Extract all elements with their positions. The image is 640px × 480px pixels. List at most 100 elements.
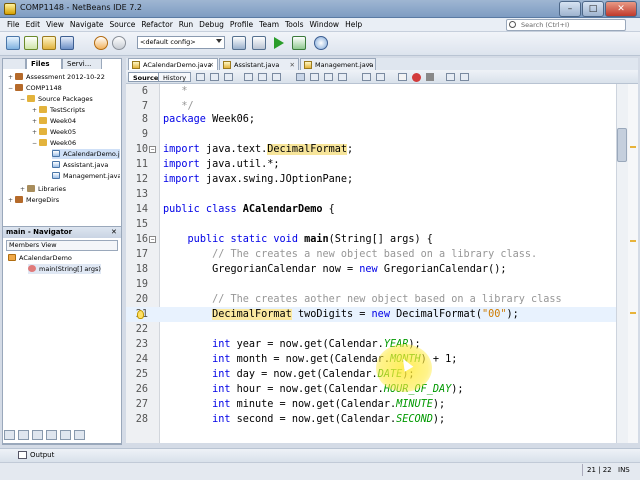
tree-item-mergedirs[interactable]: + MergeDirs xyxy=(8,195,59,205)
toggle-rect-select-icon[interactable] xyxy=(296,73,305,81)
redo-icon[interactable] xyxy=(112,36,126,50)
filter-nonpublic-icon[interactable] xyxy=(32,430,43,440)
tree-item-testscripts[interactable]: + TestScripts xyxy=(32,105,85,115)
navigator-item-class[interactable]: ACalendarDemo xyxy=(8,253,72,263)
tree-twisty[interactable]: − xyxy=(20,95,27,105)
tree-item-week06[interactable]: − Week06 xyxy=(32,138,76,148)
search-input[interactable]: Search (Ctrl+I) xyxy=(506,19,626,31)
scrollbar-thumb[interactable] xyxy=(617,128,627,162)
minimize-button[interactable]: – xyxy=(559,1,581,17)
error-stripe-mark[interactable] xyxy=(630,146,636,148)
filter-fields-icon[interactable] xyxy=(4,430,15,440)
uncomment-icon[interactable] xyxy=(460,73,469,81)
new-file-icon[interactable] xyxy=(24,36,38,50)
history-view-button[interactable]: History xyxy=(158,72,192,82)
tree-twisty[interactable]: − xyxy=(8,84,15,94)
menu-file[interactable]: File xyxy=(4,18,23,32)
next-bookmark-icon[interactable] xyxy=(324,73,333,81)
menu-team[interactable]: Team xyxy=(256,18,282,32)
sort-source-icon[interactable] xyxy=(74,430,85,440)
output-tab[interactable]: Output xyxy=(30,450,54,460)
tree-twisty[interactable]: + xyxy=(20,185,27,195)
undo-icon[interactable] xyxy=(94,36,108,50)
sort-name-icon[interactable] xyxy=(60,430,71,440)
project-icon xyxy=(15,84,23,91)
menu-source[interactable]: Source xyxy=(107,18,139,32)
tab-management[interactable]: Management.java ✕ xyxy=(300,58,376,70)
record-macro-icon[interactable] xyxy=(412,73,421,82)
find-previous-icon[interactable] xyxy=(244,73,253,81)
tab-acalendardemo[interactable]: ACalendarDemo.java ✕ xyxy=(128,58,218,70)
error-stripe-mark[interactable] xyxy=(630,240,636,242)
maximize-button[interactable]: □ xyxy=(582,1,604,17)
tree-twisty[interactable]: + xyxy=(8,196,15,206)
fold-collapse-icon[interactable]: − xyxy=(149,236,156,243)
navigator-view-select[interactable]: Members View xyxy=(6,240,118,251)
tab-files[interactable]: Files xyxy=(26,58,62,69)
debug-icon[interactable] xyxy=(292,36,306,50)
tree-item-source-packages[interactable]: − Source Packages xyxy=(20,94,93,104)
tree-twisty[interactable]: + xyxy=(32,117,39,127)
close-icon[interactable]: ✕ xyxy=(111,227,117,238)
code-line: 11 import java.util.*; xyxy=(126,157,616,172)
build-icon[interactable] xyxy=(232,36,246,50)
menu-list: File Edit View Navigate Source Refactor Run Deb… xyxy=(4,18,365,32)
tree-item-management[interactable]: Management.java xyxy=(52,171,120,181)
filter-static-icon[interactable] xyxy=(18,430,29,440)
run-icon[interactable] xyxy=(274,37,284,49)
find-next-icon[interactable] xyxy=(258,73,267,81)
toggle-bookmark-icon[interactable] xyxy=(338,73,347,81)
menu-navigate[interactable]: Navigate xyxy=(67,18,107,32)
menu-tools[interactable]: Tools xyxy=(282,18,306,32)
menu-profile[interactable]: Profile xyxy=(227,18,256,32)
toggle-highlight-icon[interactable] xyxy=(272,73,281,81)
close-window-button[interactable]: ✕ xyxy=(605,1,637,17)
tree-item-libraries[interactable]: + Libraries xyxy=(20,184,66,194)
shift-right-icon[interactable] xyxy=(376,73,385,81)
start-macro-icon[interactable] xyxy=(398,73,407,81)
java-file-icon xyxy=(132,61,140,69)
tree-item-week05[interactable]: + Week05 xyxy=(32,127,76,137)
caret-position: 21 | 22 xyxy=(587,466,612,474)
menu-view[interactable]: View xyxy=(43,18,67,32)
tree-item-week04[interactable]: + Week04 xyxy=(32,116,76,126)
filter-inherited-icon[interactable] xyxy=(46,430,57,440)
tree-twisty[interactable]: + xyxy=(32,106,39,116)
tree-item-acalendardemo[interactable]: ACalendarDemo.java xyxy=(52,149,120,159)
open-project-icon[interactable] xyxy=(42,36,56,50)
config-select[interactable]: <default config> xyxy=(137,36,225,49)
previous-bookmark-icon[interactable] xyxy=(310,73,319,81)
hint-bulb-icon[interactable] xyxy=(137,310,144,319)
navigator-item-main[interactable]: main(String[] args) xyxy=(28,264,101,274)
tab-assistant[interactable]: Assistant.java ✕ xyxy=(219,58,299,70)
line-number: 24 xyxy=(135,354,148,365)
tree-twisty[interactable]: + xyxy=(8,73,15,83)
last-edit-icon[interactable] xyxy=(196,73,205,81)
menu-window[interactable]: Window xyxy=(306,18,342,32)
tab-services[interactable]: Servi... xyxy=(62,58,102,69)
fold-collapse-icon[interactable]: − xyxy=(149,146,156,153)
shift-left-icon[interactable] xyxy=(362,73,371,81)
profile-icon[interactable] xyxy=(314,36,328,50)
tree-twisty[interactable]: − xyxy=(32,139,39,149)
stop-macro-icon[interactable] xyxy=(426,73,434,81)
error-stripe-mark[interactable] xyxy=(630,312,636,314)
menu-edit[interactable]: Edit xyxy=(23,18,44,32)
back-icon[interactable] xyxy=(210,73,219,81)
tree-item-label: Source Packages xyxy=(38,95,93,103)
menu-run[interactable]: Run xyxy=(176,18,196,32)
tree-twisty[interactable]: + xyxy=(32,128,39,138)
forward-icon[interactable] xyxy=(224,73,233,81)
clean-build-icon[interactable] xyxy=(252,36,266,50)
tree-item-assessment[interactable]: + Assessment 2012-10-22 xyxy=(8,72,105,82)
tab-projects[interactable] xyxy=(2,58,26,69)
comment-icon[interactable] xyxy=(446,73,455,81)
menu-refactor[interactable]: Refactor xyxy=(138,18,175,32)
tree-item-label: Management.java xyxy=(63,172,120,180)
menu-debug[interactable]: Debug xyxy=(196,18,227,32)
new-project-icon[interactable] xyxy=(6,36,20,50)
tree-item-comp1148[interactable]: − COMP1148 xyxy=(8,83,62,93)
save-all-icon[interactable] xyxy=(60,36,74,50)
tree-item-assistant[interactable]: Assistant.java xyxy=(52,160,120,170)
menu-help[interactable]: Help xyxy=(342,18,365,32)
